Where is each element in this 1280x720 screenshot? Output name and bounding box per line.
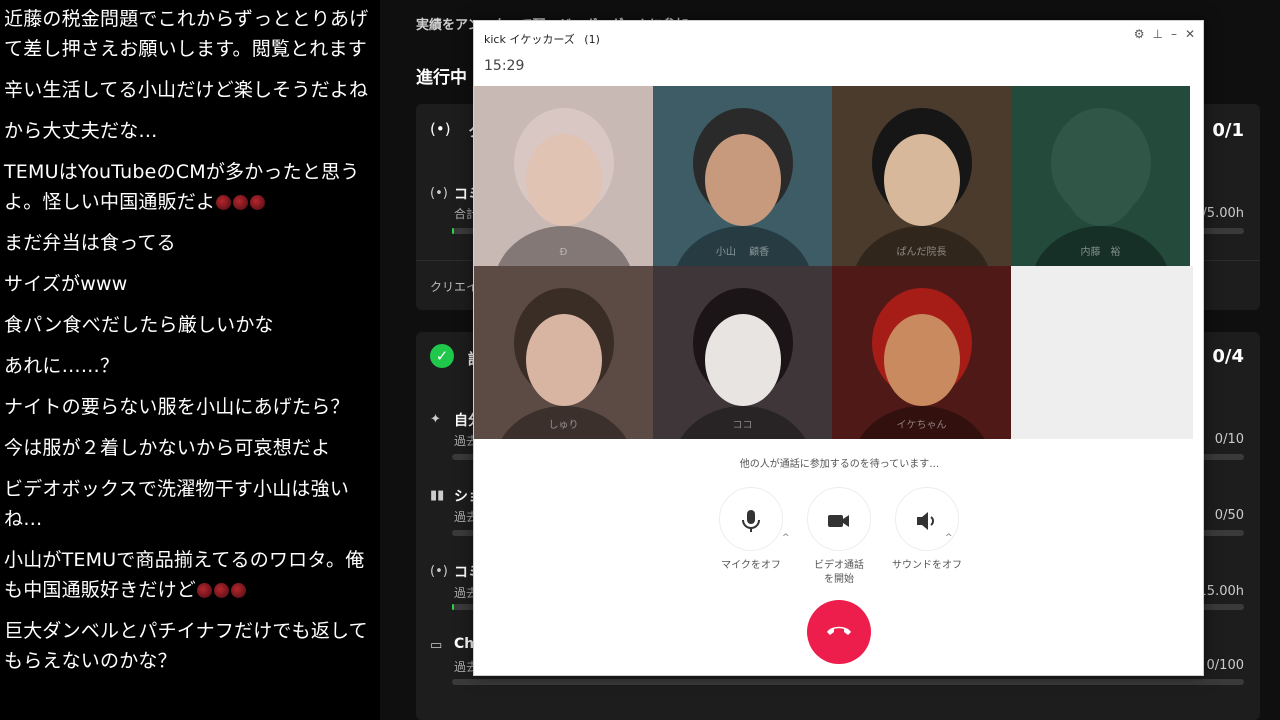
row-value: 0/50	[1214, 508, 1244, 523]
sound-options-caret[interactable]: ^	[945, 533, 953, 543]
chat-message: TEMUはYouTubeのCMが多かったと思うよ。怪しい中国通販だよ	[4, 157, 374, 217]
chat-message: ナイトの要らない服を小山にあげたら？	[4, 392, 374, 422]
chat-message: 食パン食べだしたら厳しいかな	[4, 310, 374, 340]
participant-video-face	[884, 134, 960, 226]
chat-message: ビデオボックスで洗濯物干す小山は強いね…	[4, 474, 374, 534]
red-emoji-icon	[231, 583, 247, 598]
broadcast-icon: (•)	[430, 120, 451, 138]
row-title: Ch	[454, 636, 475, 652]
chat-message: サイズがwww	[4, 269, 374, 299]
participant-video-face	[705, 314, 781, 406]
chat-message-text: TEMUはYouTubeのCMが多かったと思うよ。怪しい中国通販だよ	[4, 161, 360, 213]
participant-tile[interactable]: 小山 顧香	[653, 86, 832, 266]
people-icon: ▮▮	[430, 488, 445, 503]
participant-tile[interactable]: しゅり	[474, 266, 653, 439]
red-emoji-icon	[216, 195, 232, 210]
participant-tile[interactable]: Ð	[474, 86, 653, 266]
participant-tile[interactable]: ココ	[653, 266, 832, 439]
participant-video-face	[1063, 134, 1139, 226]
participant-name: 内藤 裕	[1080, 247, 1121, 258]
section-heading: 進行中	[416, 68, 467, 88]
speaker-icon	[917, 511, 934, 530]
chat-message-text: 辛い生活してる小山だけど楽しそうだよね	[4, 79, 369, 101]
waiting-message: 他の人が通話に参加するのを待っています…	[739, 459, 940, 470]
red-emoji-icon	[250, 195, 266, 210]
chat-panel[interactable]: 近藤の税金問題でこれからずっととりあげて差し押さえお願いします。閲覧とれます辛い…	[0, 0, 380, 720]
participant-name: 小山 顧香	[715, 247, 770, 258]
chat-message: 今は服が２着しかないから可哀想だよ	[4, 433, 374, 463]
row-value: 15.00h	[1198, 584, 1244, 599]
minimize-icon[interactable]: –	[1171, 27, 1177, 41]
row-value: 0/100	[1206, 658, 1244, 673]
red-emoji-icon	[233, 195, 249, 210]
group-call-window[interactable]: kick イケッカーズ (1) ⚙ ⊥ – ✕ 15:29 Ð 小山 顧香 ぱんだ院…	[473, 20, 1204, 676]
participant-video-face	[705, 134, 781, 226]
participant-name: ココ	[732, 420, 753, 431]
chat-message: 小山がTEMUで商品揃えてるのワロタ。俺も中国通販好きだけど	[4, 545, 374, 605]
phone-hangup-icon	[827, 626, 851, 635]
call-elapsed-time: 15:29	[484, 58, 525, 74]
empty-grid-slot	[1011, 266, 1193, 439]
card-count: 0/1	[1212, 120, 1244, 141]
verified-check-icon: ✓	[430, 344, 454, 368]
chat-message-text: まだ弁当は食ってる	[4, 232, 176, 254]
participant-name: ぱんだ院長	[896, 247, 947, 258]
chat-message-text: 近藤の税金問題でこれからずっととりあげて差し押さえお願いします。閲覧とれます	[4, 8, 369, 60]
chat-message: 巨大ダンベルとパチイナフだけでも返してもらえないのかな？	[4, 616, 374, 676]
video-toggle-button[interactable]	[807, 487, 871, 551]
call-participant-count: (1)	[584, 33, 600, 46]
settings-gear-icon[interactable]: ⚙	[1134, 27, 1145, 41]
chat-message-text: 小山がTEMUで商品揃えてるのワロタ。俺も中国通販好きだけど	[4, 549, 365, 601]
chat-message: 近藤の税金問題でこれからずっととりあげて差し押さえお願いします。閲覧とれます	[4, 4, 374, 64]
chat-message: から大丈夫だな…	[4, 116, 374, 146]
close-icon[interactable]: ✕	[1185, 27, 1195, 41]
chat-message-text: 食パン食べだしたら厳しいかな	[4, 314, 274, 336]
video-label: ビデオ通話を開始	[814, 560, 864, 585]
participant-tile[interactable]: 内藤 裕	[1011, 86, 1190, 266]
sound-label: サウンドをオフ	[892, 560, 962, 571]
sparkle-icon: ✦	[430, 412, 441, 427]
row-value: /5.00h	[1202, 206, 1244, 221]
card-footer-link[interactable]: クリエイ	[430, 278, 478, 295]
mic-options-caret[interactable]: ^	[782, 533, 790, 543]
call-window-title: kick イケッカーズ (1)	[484, 31, 600, 47]
participant-video-face	[884, 314, 960, 406]
microphone-icon	[742, 509, 760, 532]
window-controls: ⚙ ⊥ – ✕	[1134, 27, 1195, 41]
row-value: 0/10	[1214, 432, 1244, 447]
mic-label: マイクをオフ	[721, 560, 781, 571]
progress-bar	[452, 679, 1244, 685]
participant-tile[interactable]: イケちゃん	[832, 266, 1011, 439]
participant-video-face	[526, 134, 602, 226]
pin-icon[interactable]: ⊥	[1152, 27, 1162, 41]
card-count: 0/4	[1212, 346, 1244, 367]
participant-name: Ð	[559, 247, 568, 258]
chat-message: まだ弁当は食ってる	[4, 228, 374, 258]
red-emoji-icon	[197, 583, 213, 598]
chat-message: 辛い生活してる小山だけど楽しそうだよね	[4, 75, 374, 105]
participant-name: しゅり	[548, 420, 579, 431]
call-group-name: kick イケッカーズ	[484, 33, 575, 46]
chat-message-text: ナイトの要らない服を小山にあげたら？	[4, 396, 350, 418]
chat-message-text: あれに……？	[4, 355, 120, 377]
chat-message-text: 巨大ダンベルとパチイナフだけでも返してもらえないのかな？	[4, 620, 368, 672]
broadcast-icon: (•)	[430, 186, 448, 201]
chat-message-text: サイズがwww	[4, 273, 128, 295]
chat-icon: ▭	[430, 638, 443, 653]
participant-video-face	[526, 314, 602, 406]
video-camera-icon	[828, 514, 849, 527]
hang-up-button[interactable]	[807, 600, 871, 664]
chat-message-text: から大丈夫だな…	[4, 120, 158, 142]
mic-toggle-button[interactable]	[719, 487, 783, 551]
chat-message: あれに……？	[4, 351, 374, 381]
red-emoji-icon	[214, 583, 230, 598]
participant-tile[interactable]: ぱんだ院長	[832, 86, 1011, 266]
participant-name: イケちゃん	[896, 420, 947, 431]
chat-message-text: 今は服が２着しかないから可哀想だよ	[4, 437, 331, 459]
participant-video-body	[494, 226, 634, 266]
chat-message-text: ビデオボックスで洗濯物干す小山は強いね…	[4, 478, 350, 530]
broadcast-icon: (•)	[430, 564, 448, 579]
